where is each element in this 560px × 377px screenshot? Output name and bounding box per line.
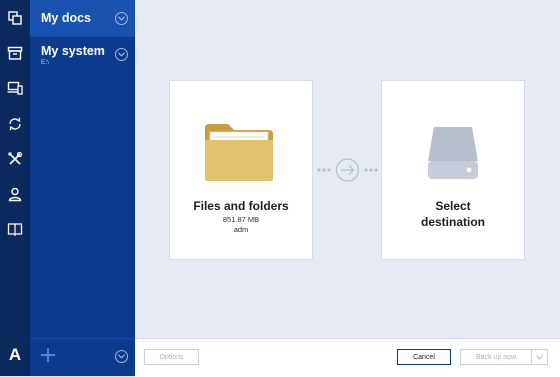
source-card[interactable]: Files and folders 851.87 MB adm bbox=[169, 80, 313, 260]
options-button[interactable]: Options bbox=[144, 349, 199, 365]
chevron-down-icon bbox=[536, 354, 543, 360]
backup-main-area: Files and folders 851.87 MB adm Select d… bbox=[135, 0, 560, 338]
backup-item-my-system[interactable]: My system E:\ bbox=[30, 36, 135, 73]
drive-icon bbox=[428, 127, 478, 179]
backup-item-label: My system bbox=[41, 44, 105, 58]
backup-list: My docs My system E:\ bbox=[30, 0, 135, 376]
destination-title-line1: Select bbox=[435, 199, 471, 213]
back-up-now-button[interactable]: Back up now bbox=[460, 349, 532, 365]
chevron-down-icon[interactable] bbox=[115, 12, 128, 25]
book-icon[interactable] bbox=[5, 219, 25, 239]
back-up-options-dropdown[interactable] bbox=[532, 349, 548, 365]
source-title: Files and folders bbox=[193, 199, 289, 213]
folder-icon bbox=[205, 124, 273, 181]
cancel-button[interactable]: Cancel bbox=[397, 349, 451, 365]
destination-title-line2: destination bbox=[420, 215, 485, 229]
source-size: 851.87 MB bbox=[222, 215, 260, 224]
add-backup-button[interactable] bbox=[41, 348, 55, 362]
devices-icon[interactable] bbox=[5, 78, 25, 98]
source-user: adm bbox=[233, 225, 249, 234]
tools-icon[interactable] bbox=[5, 149, 25, 169]
copy-icon[interactable] bbox=[5, 8, 25, 28]
app-logo: A bbox=[8, 345, 22, 364]
destination-card[interactable]: Select destination bbox=[381, 80, 525, 260]
sync-icon[interactable] bbox=[5, 114, 25, 134]
backup-item-subtitle: E:\ bbox=[41, 59, 49, 66]
backup-item-my-docs[interactable]: My docs bbox=[30, 0, 135, 36]
backup-item-label: My docs bbox=[41, 11, 92, 25]
action-bar: Options Cancel Back up now bbox=[135, 338, 560, 377]
chevron-down-icon[interactable] bbox=[115, 48, 128, 61]
flow-arrow bbox=[316, 157, 379, 183]
account-icon[interactable] bbox=[5, 184, 25, 204]
panel-footer bbox=[30, 338, 135, 377]
chevron-down-icon[interactable] bbox=[115, 350, 128, 363]
archive-icon[interactable] bbox=[5, 43, 25, 63]
icon-rail: A bbox=[0, 0, 30, 376]
